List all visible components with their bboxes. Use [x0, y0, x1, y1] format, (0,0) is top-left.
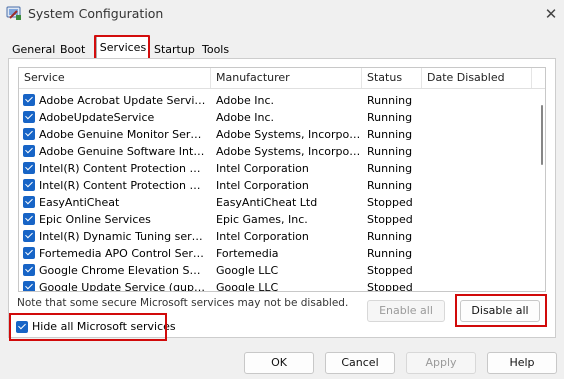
service-checkbox[interactable]: [23, 247, 35, 259]
status-text: Running: [367, 94, 413, 107]
tab-boot[interactable]: Boot: [56, 40, 89, 59]
service-name: AdobeUpdateService: [39, 111, 155, 124]
scrollbar-thumb[interactable]: [541, 105, 543, 165]
table-row[interactable]: Intel(R) Content Protection HDC... Intel …: [19, 177, 529, 194]
cancel-button[interactable]: Cancel: [325, 352, 395, 374]
manufacturer-name: Intel Corporation: [216, 162, 309, 175]
status-text: Running: [367, 179, 413, 192]
help-button[interactable]: Help: [487, 352, 557, 374]
manufacturer-name: EasyAntiCheat Ltd: [216, 196, 318, 209]
service-checkbox[interactable]: [23, 264, 35, 276]
manufacturer-name: Adobe Systems, Incorpora...: [216, 128, 362, 141]
service-name: Google Update Service (gupdate): [39, 281, 207, 292]
service-checkbox[interactable]: [23, 94, 35, 106]
column-header-manufacturer[interactable]: Manufacturer: [211, 68, 362, 88]
service-checkbox[interactable]: [23, 162, 35, 174]
manufacturer-name: Adobe Inc.: [216, 94, 275, 107]
column-header-service[interactable]: Service: [19, 68, 211, 88]
service-name: Intel(R) Content Protection HDC...: [39, 179, 207, 192]
table-row[interactable]: Google Chrome Elevation Servic... Google …: [19, 262, 529, 279]
service-checkbox[interactable]: [23, 213, 35, 225]
service-checkbox[interactable]: [23, 281, 35, 291]
service-name: Adobe Acrobat Update Service: [39, 94, 207, 107]
column-header-status[interactable]: Status: [362, 68, 422, 88]
status-text: Stopped: [367, 213, 413, 226]
status-text: Stopped: [367, 196, 413, 209]
table-row[interactable]: Intel(R) Dynamic Tuning service Intel Cor…: [19, 228, 529, 245]
column-header-date-disabled[interactable]: Date Disabled: [422, 68, 532, 88]
table-row[interactable]: Fortemedia APO Control Service Fortemedia…: [19, 245, 529, 262]
status-text: Running: [367, 128, 413, 141]
tab-startup[interactable]: Startup: [150, 40, 199, 59]
enable-all-button[interactable]: Enable all: [367, 300, 445, 322]
service-name: Intel(R) Dynamic Tuning service: [39, 230, 207, 243]
manufacturer-name: Intel Corporation: [216, 179, 309, 192]
vertical-scrollbar[interactable]: [538, 89, 545, 291]
service-name: Adobe Genuine Monitor Service: [39, 128, 207, 141]
tab-tools[interactable]: Tools: [198, 40, 233, 59]
service-checkbox[interactable]: [23, 196, 35, 208]
service-checkbox[interactable]: [23, 230, 35, 242]
status-text: Running: [367, 145, 413, 158]
hide-microsoft-highlight: [9, 313, 167, 341]
manufacturer-name: Intel Corporation: [216, 230, 309, 243]
note-text: Note that some secure Microsoft services…: [17, 297, 349, 309]
services-list[interactable]: Service Manufacturer Status Date Disable…: [18, 67, 546, 292]
service-checkbox[interactable]: [23, 128, 35, 140]
table-row[interactable]: Intel(R) Content Protection HEC... Intel …: [19, 160, 529, 177]
table-row[interactable]: Adobe Genuine Software Integri... Adobe S…: [19, 143, 529, 160]
manufacturer-name: Google LLC: [216, 281, 279, 292]
disable-all-highlight: [455, 294, 547, 327]
service-name: Epic Online Services: [39, 213, 151, 226]
manufacturer-name: Adobe Inc.: [216, 111, 275, 124]
manufacturer-name: Adobe Systems, Incorpora...: [216, 145, 362, 158]
ok-button[interactable]: OK: [244, 352, 314, 374]
status-text: Running: [367, 230, 413, 243]
service-checkbox[interactable]: [23, 111, 35, 123]
status-text: Running: [367, 162, 413, 175]
table-row[interactable]: Google Update Service (gupdate) Google LL…: [19, 279, 529, 292]
table-row[interactable]: Adobe Acrobat Update Service Adobe Inc. Ru…: [19, 92, 529, 109]
service-name: EasyAntiCheat: [39, 196, 120, 209]
window-title: System Configuration: [28, 6, 164, 21]
list-header: Service Manufacturer Status Date Disable…: [19, 68, 545, 89]
status-text: Running: [367, 111, 413, 124]
table-row[interactable]: AdobeUpdateService Adobe Inc. Running: [19, 109, 529, 126]
title-bar: System Configuration ✕: [0, 0, 564, 30]
manufacturer-name: Fortemedia: [216, 247, 279, 260]
manufacturer-name: Epic Games, Inc.: [216, 213, 308, 226]
close-icon[interactable]: ✕: [538, 2, 564, 26]
table-row[interactable]: EasyAntiCheat EasyAntiCheat Ltd Stopped: [19, 194, 529, 211]
status-text: Stopped: [367, 264, 413, 277]
table-row[interactable]: Epic Online Services Epic Games, Inc. Stop…: [19, 211, 529, 228]
status-text: Stopped: [367, 281, 413, 292]
tab-strip: General Boot Services Startup Tools: [8, 36, 558, 58]
service-name: Fortemedia APO Control Service: [39, 247, 207, 260]
apply-button[interactable]: Apply: [406, 352, 476, 374]
tab-general[interactable]: General: [8, 40, 59, 59]
service-name: Adobe Genuine Software Integri...: [39, 145, 207, 158]
manufacturer-name: Google LLC: [216, 264, 279, 277]
system-configuration-icon: [6, 6, 21, 20]
service-checkbox[interactable]: [23, 179, 35, 191]
service-checkbox[interactable]: [23, 145, 35, 157]
status-text: Running: [367, 247, 413, 260]
table-row[interactable]: Adobe Genuine Monitor Service Adobe Syste…: [19, 126, 529, 143]
service-name: Google Chrome Elevation Servic...: [39, 264, 207, 277]
service-name: Intel(R) Content Protection HEC...: [39, 162, 207, 175]
